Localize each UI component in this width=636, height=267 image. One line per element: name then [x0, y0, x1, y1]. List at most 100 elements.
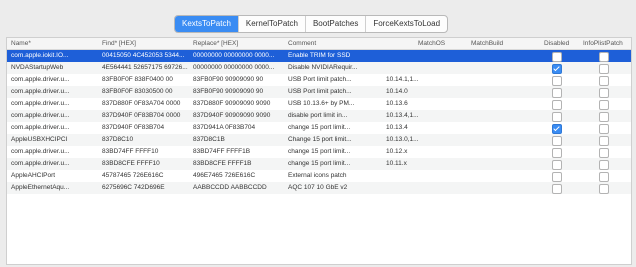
cell-name[interactable]: NVDAStartupWeb	[11, 62, 95, 74]
cell-comment[interactable]: USB Port limit patch...	[288, 86, 372, 98]
cell-replace[interactable]: 837D941A 0F83B704	[193, 122, 277, 134]
tab-forcekextstoload[interactable]: ForceKextsToLoad	[366, 16, 447, 32]
cell-find[interactable]: 837D940F 0F83B704 0000	[102, 110, 188, 122]
infoplistpatch-checkbox[interactable]	[599, 112, 609, 122]
cell-matchos[interactable]: 10.13.0,1...	[386, 134, 430, 146]
cell-matchos[interactable]: 10.14.0	[386, 86, 430, 98]
table-row[interactable]: NVDAStartupWeb 4E564441 52657175 69726...…	[7, 62, 631, 74]
table-row[interactable]: com.apple.driver.u... 837D880F 0F83A704 0…	[7, 98, 631, 110]
cell-comment[interactable]: change 15 port limit...	[288, 122, 372, 134]
infoplistpatch-checkbox[interactable]	[599, 160, 609, 170]
cell-replace[interactable]: 83BD74FF FFFF1B	[193, 146, 277, 158]
cell-find[interactable]: 83FB0F0F 83030500 00	[102, 86, 188, 98]
cell-comment[interactable]: AQC 107 10 GbE v2	[288, 182, 372, 194]
cell-name[interactable]: com.apple.driver.u...	[11, 98, 95, 110]
disabled-checkbox[interactable]	[552, 172, 562, 182]
cell-name[interactable]: com.apple.driver.u...	[11, 158, 95, 170]
disabled-checkbox[interactable]	[552, 112, 562, 122]
cell-matchos[interactable]: 10.14.1,1...	[386, 74, 430, 86]
disabled-checkbox[interactable]	[552, 88, 562, 98]
col-header-replace[interactable]: Replace* [HEX]	[193, 38, 238, 49]
table-row[interactable]: com.apple.driver.u... 837D940F 0F83B704 0…	[7, 110, 631, 122]
col-header-matchos[interactable]: MatchOS	[418, 38, 445, 49]
cell-comment[interactable]: change 15 port limit...	[288, 158, 372, 170]
disabled-checkbox[interactable]	[552, 184, 562, 194]
cell-comment[interactable]: Enable TRIM for SSD	[288, 50, 372, 62]
cell-find[interactable]: 00415050 4C452053 5344...	[102, 50, 188, 62]
cell-replace[interactable]: 00000000 00000000 0000...	[193, 50, 277, 62]
disabled-checkbox[interactable]	[552, 124, 562, 134]
table-row[interactable]: com.apple.driver.u... 83FB0F0F 83030500 0…	[7, 86, 631, 98]
infoplistpatch-checkbox[interactable]	[599, 100, 609, 110]
cell-comment[interactable]: disable port limit in...	[288, 110, 372, 122]
col-header-matchbuild[interactable]: MatchBuild	[471, 38, 503, 49]
cell-replace[interactable]: 00000000 00000000 0000...	[193, 62, 277, 74]
tab-kextstopatch[interactable]: KextsToPatch	[175, 16, 239, 32]
cell-name[interactable]: com.apple.driver.u...	[11, 74, 95, 86]
cell-replace[interactable]: 83FB0F90 90909090 90	[193, 86, 277, 98]
col-header-find[interactable]: Find* [HEX]	[102, 38, 136, 49]
cell-replace[interactable]: 83BD8CFE FFFF1B	[193, 158, 277, 170]
cell-replace[interactable]: 837D880F 90909090 9090	[193, 98, 277, 110]
table-row[interactable]: com.apple.driver.u... 837D940F 0F83B704 83…	[7, 122, 631, 134]
cell-find[interactable]: 4E564441 52657175 69726...	[102, 62, 188, 74]
infoplistpatch-checkbox[interactable]	[599, 64, 609, 74]
cell-find[interactable]: 837D940F 0F83B704	[102, 122, 188, 134]
disabled-checkbox[interactable]	[552, 64, 562, 74]
disabled-checkbox[interactable]	[552, 100, 562, 110]
infoplistpatch-checkbox[interactable]	[599, 76, 609, 86]
infoplistpatch-checkbox[interactable]	[599, 184, 609, 194]
cell-comment[interactable]: USB Port limit patch...	[288, 74, 372, 86]
cell-replace[interactable]: 837D940F 90909090 9090	[193, 110, 277, 122]
cell-comment[interactable]: External icons patch	[288, 170, 372, 182]
disabled-checkbox[interactable]	[552, 148, 562, 158]
infoplistpatch-checkbox[interactable]	[599, 136, 609, 146]
cell-comment[interactable]: Change 15 port limit...	[288, 134, 372, 146]
col-header-disabled[interactable]: Disabled	[544, 38, 569, 49]
cell-name[interactable]: com.apple.iokit.IO...	[11, 50, 95, 62]
tab-bootpatches[interactable]: BootPatches	[306, 16, 367, 32]
table-row[interactable]: com.apple.driver.u... 83BD74FF FFFF10 83BD…	[7, 146, 631, 158]
disabled-checkbox[interactable]	[552, 52, 562, 62]
cell-matchos[interactable]: 10.11.x	[386, 158, 430, 170]
cell-matchos[interactable]: 10.13.4	[386, 122, 430, 134]
cell-find[interactable]: 83BD8CFE FFFF10	[102, 158, 188, 170]
infoplistpatch-checkbox[interactable]	[599, 172, 609, 182]
infoplistpatch-checkbox[interactable]	[599, 52, 609, 62]
cell-find[interactable]: 837D880F 0F83A704 0000	[102, 98, 188, 110]
infoplistpatch-checkbox[interactable]	[599, 124, 609, 134]
cell-replace[interactable]: AABBCCDD AABBCCDD	[193, 182, 277, 194]
col-header-comment[interactable]: Comment	[288, 38, 316, 49]
cell-find[interactable]: 837D8C10	[102, 134, 188, 146]
infoplistpatch-checkbox[interactable]	[599, 88, 609, 98]
infoplistpatch-checkbox[interactable]	[599, 148, 609, 158]
cell-name[interactable]: AppleAHCIPort	[11, 170, 95, 182]
cell-matchos[interactable]: 10.13.4,1...	[386, 110, 430, 122]
cell-comment[interactable]: USB 10.13.6+ by PM...	[288, 98, 372, 110]
tab-kerneltopatch[interactable]: KernelToPatch	[239, 16, 306, 32]
cell-name[interactable]: com.apple.driver.u...	[11, 110, 95, 122]
cell-name[interactable]: com.apple.driver.u...	[11, 122, 95, 134]
disabled-checkbox[interactable]	[552, 76, 562, 86]
patch-table[interactable]: Name* Find* [HEX] Replace* [HEX] Comment…	[6, 37, 632, 265]
table-row[interactable]: com.apple.driver.u... 83FB0F0F 838F0400 0…	[7, 74, 631, 86]
disabled-checkbox[interactable]	[552, 136, 562, 146]
cell-find[interactable]: 6275696C 742D696E	[102, 182, 188, 194]
cell-replace[interactable]: 837D8C1B	[193, 134, 277, 146]
table-row[interactable]: com.apple.driver.u... 83BD8CFE FFFF10 83BD…	[7, 158, 631, 170]
cell-replace[interactable]: 83FB0F90 90909090 90	[193, 74, 277, 86]
cell-comment[interactable]: Disable NVIDIARequir...	[288, 62, 372, 74]
disabled-checkbox[interactable]	[552, 160, 562, 170]
table-row[interactable]: AppleEthernetAqu... 6275696C 742D696E AABB…	[7, 182, 631, 194]
cell-matchos[interactable]: 10.13.6	[386, 98, 430, 110]
cell-find[interactable]: 83FB0F0F 838F0400 00	[102, 74, 188, 86]
col-header-name[interactable]: Name*	[11, 38, 31, 49]
table-row[interactable]: AppleUSBXHCIPCI 837D8C10 837D8C1B Change 15…	[7, 134, 631, 146]
table-row[interactable]: AppleAHCIPort 45787465 726E616C 496E7465 7…	[7, 170, 631, 182]
cell-find[interactable]: 83BD74FF FFFF10	[102, 146, 188, 158]
cell-replace[interactable]: 496E7465 726E616C	[193, 170, 277, 182]
cell-name[interactable]: com.apple.driver.u...	[11, 86, 95, 98]
cell-name[interactable]: AppleEthernetAqu...	[11, 182, 95, 194]
cell-matchos[interactable]: 10.12.x	[386, 146, 430, 158]
cell-name[interactable]: com.apple.driver.u...	[11, 146, 95, 158]
